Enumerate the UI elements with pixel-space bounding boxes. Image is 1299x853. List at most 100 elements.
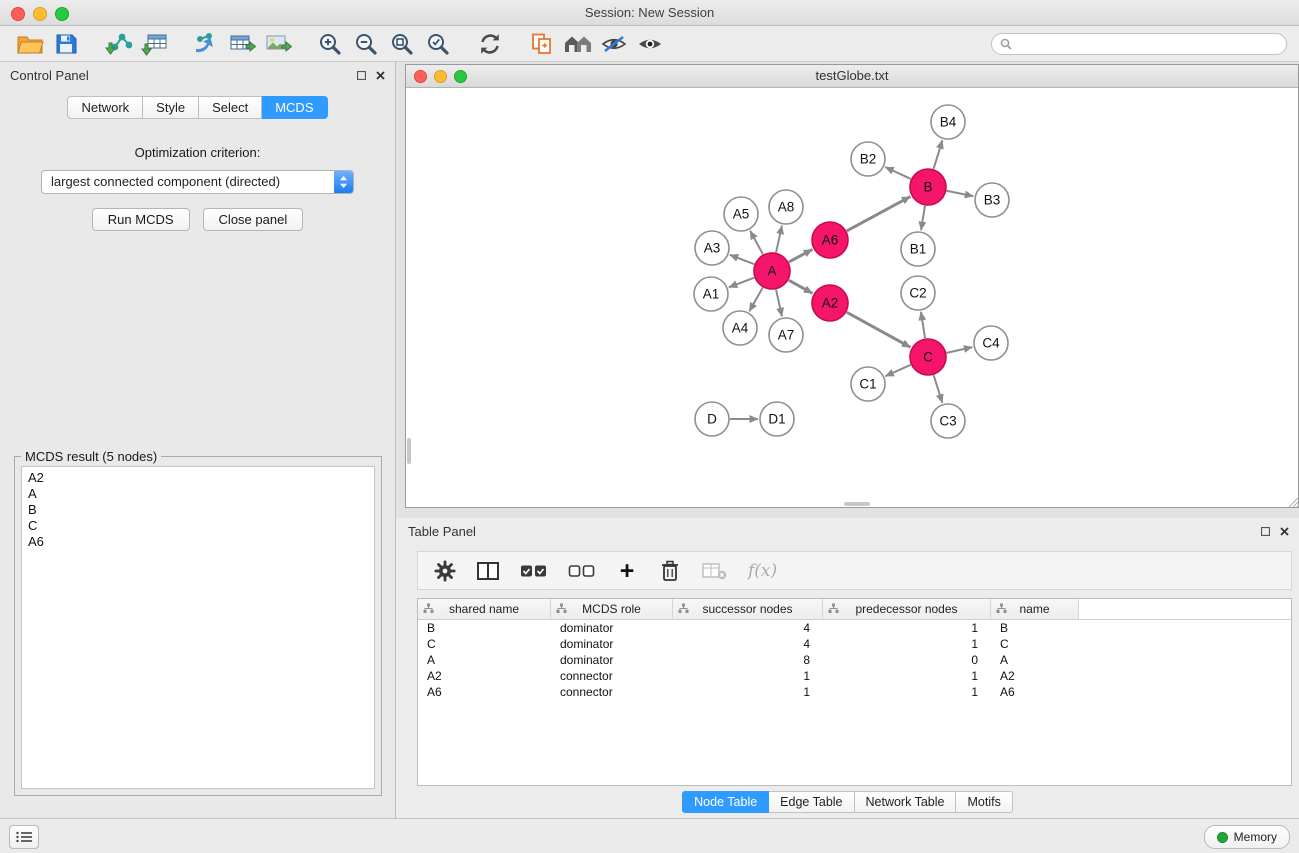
node-D[interactable]: D	[695, 402, 729, 436]
minimize-window-button[interactable]	[33, 7, 47, 21]
network-view-window[interactable]: testGlobe.txt B4B2BB3A5A8A6A3B1AA1A2C2A4…	[405, 64, 1299, 508]
edge-A-A8[interactable]	[776, 226, 782, 253]
network-canvas[interactable]: B4B2BB3A5A8A6A3B1AA1A2C2A4A7C4CC1C3DD1	[406, 88, 1298, 507]
close-table-panel-icon[interactable]	[1280, 527, 1289, 536]
table-cell[interactable]: A6	[991, 685, 1079, 699]
node-C1[interactable]: C1	[851, 367, 885, 401]
table-row[interactable]: Adominator80A	[418, 652, 1291, 668]
node-A4[interactable]: A4	[723, 311, 757, 345]
mcds-result-item[interactable]: C	[28, 518, 368, 534]
node-B4[interactable]: B4	[931, 105, 965, 139]
node-D1[interactable]: D1	[760, 402, 794, 436]
show-networks-button[interactable]	[560, 29, 596, 59]
node-A3[interactable]: A3	[695, 231, 729, 265]
column-header-MCDS-role[interactable]: MCDS role	[551, 599, 673, 619]
edge-C-C1[interactable]	[885, 365, 910, 376]
edge-C-C4[interactable]	[947, 347, 973, 353]
dropdown-stepper-icon[interactable]	[334, 171, 353, 193]
import-network-button[interactable]	[100, 29, 136, 59]
export-network-button[interactable]	[188, 29, 224, 59]
export-image-button[interactable]	[260, 29, 296, 59]
node-A5[interactable]: A5	[724, 197, 758, 231]
mcds-result-item[interactable]: A6	[28, 534, 368, 550]
column-header-name[interactable]: name	[991, 599, 1079, 619]
mcds-result-item[interactable]: A2	[28, 470, 368, 486]
node-C[interactable]: C	[910, 339, 946, 375]
edge-A-A6[interactable]	[789, 249, 813, 262]
table-cell[interactable]: 0	[823, 653, 991, 667]
table-cell[interactable]: 1	[673, 669, 823, 683]
hide-selected-button[interactable]	[596, 29, 632, 59]
table-cell[interactable]: A2	[991, 669, 1079, 683]
table-row[interactable]: A2connector11A2	[418, 668, 1291, 684]
run-mcds-button[interactable]: Run MCDS	[92, 208, 190, 231]
node-A[interactable]: A	[754, 253, 790, 289]
node-table[interactable]: shared nameMCDS rolesuccessor nodesprede…	[417, 598, 1292, 786]
table-cell[interactable]: C	[418, 637, 551, 651]
mcds-result-item[interactable]: A	[28, 486, 368, 502]
memory-button[interactable]: Memory	[1204, 825, 1290, 849]
network-zoom-button[interactable]	[454, 70, 467, 83]
edge-A6-B[interactable]	[847, 197, 911, 231]
zoom-window-button[interactable]	[55, 7, 69, 21]
zoom-selected-button[interactable]	[420, 29, 456, 59]
column-header-successor-nodes[interactable]: successor nodes	[673, 599, 823, 619]
table-cell[interactable]: 1	[823, 685, 991, 699]
open-session-button[interactable]	[12, 29, 48, 59]
edge-A-A2[interactable]	[789, 280, 813, 293]
table-cell[interactable]: A6	[418, 685, 551, 699]
show-all-button[interactable]	[632, 29, 668, 59]
node-B2[interactable]: B2	[851, 142, 885, 176]
table-cell[interactable]: B	[418, 621, 551, 635]
edge-A-A3[interactable]	[730, 255, 755, 264]
edge-B-B3[interactable]	[947, 191, 974, 196]
node-C2[interactable]: C2	[901, 276, 935, 310]
network-window-titlebar[interactable]: testGlobe.txt	[406, 65, 1298, 88]
tab-node-table[interactable]: Node Table	[682, 791, 769, 813]
refresh-layout-button[interactable]	[472, 29, 508, 59]
table-row[interactable]: Cdominator41C	[418, 636, 1291, 652]
delete-column-button[interactable]	[659, 558, 681, 584]
first-neighbors-button[interactable]	[524, 29, 560, 59]
import-table-button[interactable]	[136, 29, 172, 59]
node-A6[interactable]: A6	[812, 222, 848, 258]
table-cell[interactable]: A	[418, 653, 551, 667]
float-panel-icon[interactable]	[357, 71, 366, 80]
zoom-out-button[interactable]	[348, 29, 384, 59]
table-cell[interactable]: 4	[673, 621, 823, 635]
node-A1[interactable]: A1	[694, 277, 728, 311]
horizontal-scroll-indicator[interactable]	[844, 502, 870, 506]
table-cell[interactable]: connector	[551, 669, 673, 683]
edge-B-B4[interactable]	[934, 140, 943, 169]
select-all-columns-button[interactable]	[520, 558, 547, 584]
edge-A2-C[interactable]	[847, 312, 911, 347]
table-cell[interactable]: connector	[551, 685, 673, 699]
table-cell[interactable]: 8	[673, 653, 823, 667]
edge-B-B2[interactable]	[885, 167, 911, 179]
table-cell[interactable]: 1	[823, 637, 991, 651]
edge-B-B1[interactable]	[921, 206, 925, 230]
edge-A-A5[interactable]	[750, 231, 763, 255]
vertical-scroll-indicator[interactable]	[407, 438, 411, 464]
table-cell[interactable]: A2	[418, 669, 551, 683]
table-cell[interactable]: C	[991, 637, 1079, 651]
column-header-predecessor-nodes[interactable]: predecessor nodes	[823, 599, 991, 619]
edge-A-A7[interactable]	[776, 290, 782, 317]
table-cell[interactable]: A	[991, 653, 1079, 667]
task-history-button[interactable]	[9, 825, 39, 849]
mcds-result-item[interactable]: B	[28, 502, 368, 518]
node-B[interactable]: B	[910, 169, 946, 205]
tab-style[interactable]: Style	[143, 96, 199, 119]
close-panel-button[interactable]: Close panel	[203, 208, 304, 231]
node-A8[interactable]: A8	[769, 190, 803, 224]
close-panel-icon[interactable]	[376, 71, 385, 80]
edge-C-C3[interactable]	[934, 375, 943, 403]
edge-C-C2[interactable]	[921, 312, 925, 338]
edge-A-A4[interactable]	[749, 288, 762, 312]
tab-network[interactable]: Network	[67, 96, 143, 119]
table-row[interactable]: Bdominator41B	[418, 620, 1291, 636]
show-columns-button[interactable]	[477, 558, 499, 584]
zoom-in-button[interactable]	[312, 29, 348, 59]
table-cell[interactable]: 1	[823, 669, 991, 683]
node-B1[interactable]: B1	[901, 232, 935, 266]
